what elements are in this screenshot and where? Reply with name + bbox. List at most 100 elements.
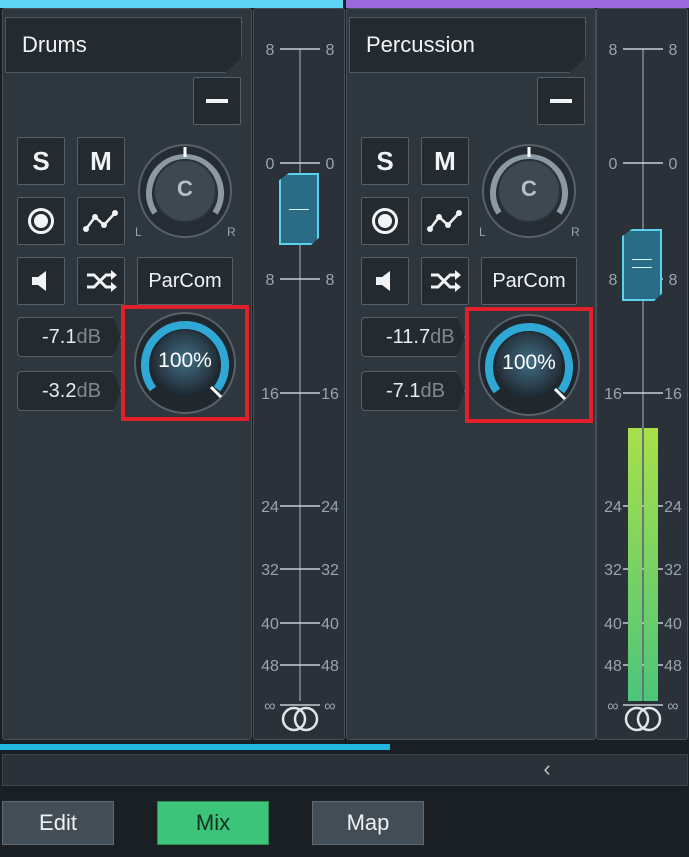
parcom-send-button[interactable]: ParCom [137,257,233,305]
scale-tick-label: 8 [266,42,275,59]
pan-value: C [521,176,537,201]
peak-readout[interactable]: -3.2dB [17,371,121,411]
peak-value: -7.1 [386,380,421,402]
pan-left-label: L [135,225,142,239]
scale-tick-label: 40 [664,616,682,633]
scale-tick-label: 32 [604,562,622,579]
automation-button[interactable] [77,197,125,245]
scale-tick-label: 8 [609,42,618,59]
volume-readout[interactable]: -11.7dB [361,317,465,357]
map-button[interactable]: Map [312,801,424,845]
collapse-button[interactable] [193,77,241,125]
drums-color-stripe [0,0,343,8]
parcom-send-button[interactable]: ParCom [481,257,577,305]
pan-knob[interactable]: C [137,143,233,239]
scale-tick-label: 16 [664,386,682,403]
channel-strip-percussion: Percussion S M C L R ParCom -11.7dB -7.1… [346,8,596,740]
scale-tick-label: 0 [609,156,618,173]
scale-tick-label: 32 [261,562,279,579]
volume-unit: dB [430,326,455,348]
scale-tick-label: ∞ [607,698,618,715]
scale-tick-label: 40 [604,616,622,633]
scale-tick-label: 48 [664,658,682,675]
scale-tick-label: 8 [326,42,335,59]
scale-tick-label: 48 [604,658,622,675]
scale-tick-label: 24 [261,499,279,516]
scale-tick-label: 0 [669,156,678,173]
fader-handle[interactable] [622,229,662,301]
scroll-left-arrow-icon[interactable]: ‹ [537,755,557,785]
scale-tick-label: ∞ [667,698,678,715]
monitor-button[interactable] [17,257,65,305]
volume-value: -7.1 [42,326,77,348]
record-button[interactable] [17,197,65,245]
scale-tick-label: 40 [261,616,279,633]
scale-tick-label: 24 [321,499,339,516]
scale-tick-label: 16 [321,386,339,403]
shuffle-button[interactable] [77,257,125,305]
record-icon [28,208,54,234]
speaker-icon [376,271,390,291]
horizontal-scrollbar[interactable]: ‹ [2,754,688,786]
record-button[interactable] [361,197,409,245]
wet-value: 100% [158,349,212,372]
shuffle-icon [87,270,117,292]
stereo-link-icon[interactable] [623,705,663,733]
peak-readout[interactable]: -7.1dB [361,371,465,411]
scale-tick-label: 16 [261,386,279,403]
solo-button[interactable]: S [17,137,65,185]
peak-unit: dB [420,380,445,402]
mute-button[interactable]: M [421,137,469,185]
fader-percussion: 8 8 0 0 8 8 16 16 24 24 32 32 40 40 48 48 ∞ ∞ [596,8,688,740]
automation-button[interactable] [421,197,469,245]
scroll-position-indicator [0,744,390,750]
shuffle-button[interactable] [421,257,469,305]
speaker-icon [32,271,46,291]
solo-button[interactable]: S [361,137,409,185]
pan-right-label: R [227,225,236,239]
level-meter [628,428,658,701]
collapse-button[interactable] [537,77,585,125]
mute-button[interactable]: M [77,137,125,185]
scale-tick-label: 16 [604,386,622,403]
wet-knob[interactable]: 100% [133,311,237,415]
channel-name[interactable]: Drums [5,17,242,73]
minus-icon [206,99,228,103]
pan-right-label: R [571,225,580,239]
volume-value: -11.7 [386,326,431,348]
scale-tick-label: 8 [669,272,678,289]
pan-knob[interactable]: C [481,143,577,239]
channel-strip-drums: Drums S M C L R ParCom -7.1dB -3.2dB 100… [2,8,252,740]
minus-icon [550,99,572,103]
monitor-button[interactable] [361,257,409,305]
scale-tick-label: 24 [604,499,622,516]
mix-button[interactable]: Mix [157,801,269,845]
shuffle-icon [431,270,461,292]
channel-name[interactable]: Percussion [349,17,586,73]
fader-drums: 8 8 0 0 8 8 16 16 24 24 32 32 40 40 48 48 ∞ ∞ [253,8,345,740]
scale-tick-label: 48 [321,658,339,675]
scale-tick-label: 8 [326,272,335,289]
wet-value: 100% [502,351,556,374]
edit-button[interactable]: Edit [2,801,114,845]
stereo-link-icon[interactable] [280,705,320,733]
fader-scale: 8 8 0 0 8 8 16 16 24 24 32 32 40 40 48 48 ∞ ∞ [254,9,346,741]
volume-readout[interactable]: -7.1dB [17,317,121,357]
percussion-color-stripe [346,0,689,8]
fader-handle[interactable] [279,173,319,245]
automation-icon [427,210,462,232]
volume-unit: dB [76,326,101,348]
scale-tick-label: 0 [266,156,275,173]
scale-tick-label: 40 [321,616,339,633]
scale-tick-label: 0 [326,156,335,173]
record-icon [372,208,398,234]
scale-tick-label: 48 [261,658,279,675]
scale-tick-label: ∞ [324,698,335,715]
automation-icon [83,210,118,232]
scale-tick-label: 32 [664,562,682,579]
pan-value: C [177,176,193,201]
wet-knob[interactable]: 100% [477,313,581,417]
scale-tick-label: 8 [266,272,275,289]
peak-unit: dB [76,380,101,402]
scale-tick-label: ∞ [264,698,275,715]
